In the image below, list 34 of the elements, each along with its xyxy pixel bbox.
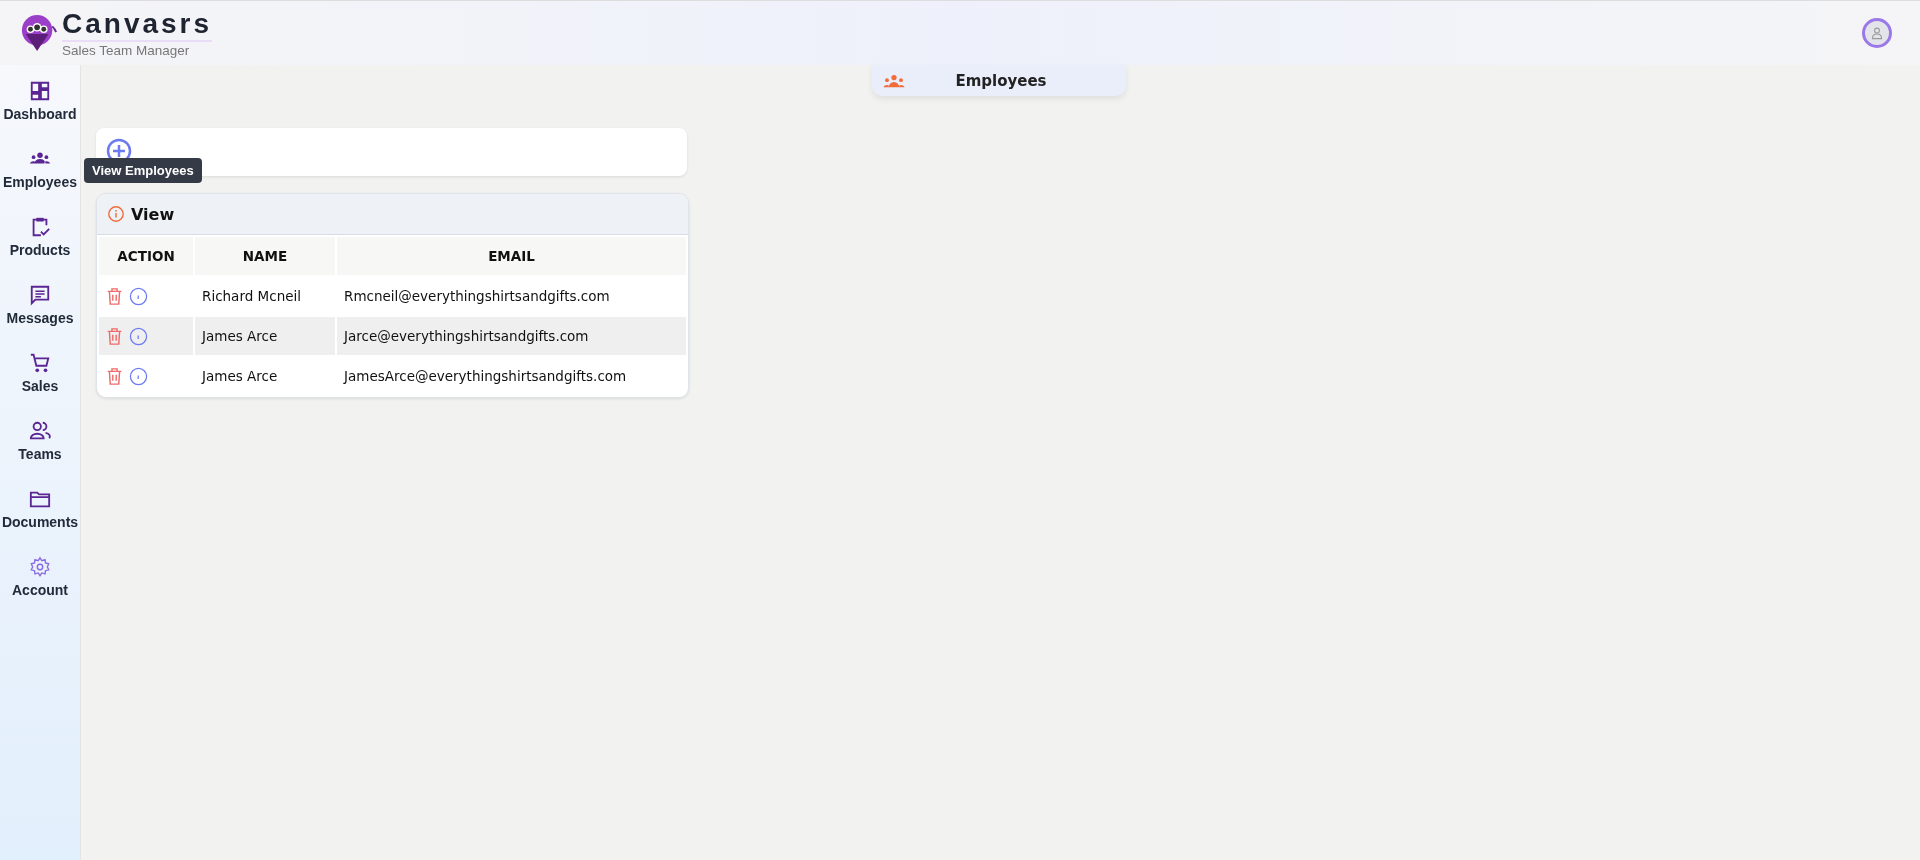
sidebar-item[interactable]: Documents	[0, 488, 80, 556]
delete-button[interactable]	[106, 286, 123, 306]
cart-icon	[29, 352, 51, 374]
info-button[interactable]	[129, 326, 148, 346]
tooltip: View Employees	[84, 158, 202, 183]
sidebar-item[interactable]: Sales	[0, 352, 80, 420]
sidebar-item[interactable]: Dashboard	[0, 80, 80, 148]
table-cell: Jarce@everythingshirtsandgifts.com	[337, 317, 686, 355]
sidebar-item[interactable]: Employees	[0, 148, 80, 216]
column-header: EMAIL	[337, 237, 686, 275]
table-cell: James Arce	[195, 317, 335, 355]
panel-title: View	[131, 204, 175, 224]
delete-button[interactable]	[106, 326, 123, 346]
tagline: Sales Team Manager	[62, 43, 191, 58]
people-icon	[882, 73, 906, 88]
page-title: Employees	[954, 71, 1048, 90]
column-header: ACTION	[99, 237, 193, 275]
settings-icon	[29, 556, 51, 578]
avatar-button[interactable]	[1862, 18, 1892, 48]
logo-icon	[20, 13, 58, 53]
message-icon	[29, 284, 51, 306]
delete-button[interactable]	[106, 366, 123, 386]
sidebar-item[interactable]: Messages	[0, 284, 80, 352]
person-icon	[1870, 26, 1884, 40]
info-icon	[107, 205, 125, 223]
brand-name: Canvasrs	[62, 8, 213, 42]
people-icon	[29, 420, 51, 442]
info-button[interactable]	[129, 286, 148, 306]
sidebar-item[interactable]: Teams	[0, 420, 80, 488]
info-button[interactable]	[129, 366, 148, 386]
dashboard-icon	[29, 80, 51, 102]
sidebar-item[interactable]: Products	[0, 216, 80, 284]
sidebar-item[interactable]: Account	[0, 556, 80, 624]
column-header: NAME	[195, 237, 335, 275]
